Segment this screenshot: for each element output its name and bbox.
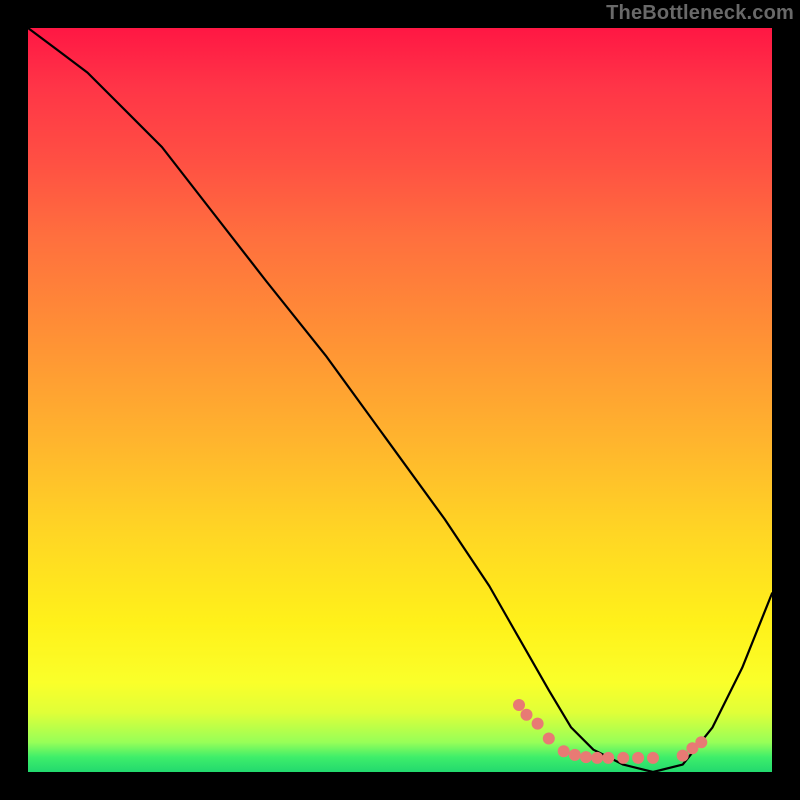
chart-frame: TheBottleneck.com <box>0 0 800 800</box>
valley-dot <box>602 752 614 764</box>
valley-dot <box>569 749 581 761</box>
valley-dot <box>558 745 570 757</box>
plot-area <box>28 28 772 772</box>
valley-dot <box>647 752 659 764</box>
watermark-text: TheBottleneck.com <box>606 2 794 25</box>
valley-dot <box>632 752 644 764</box>
valley-dot <box>677 750 689 762</box>
valley-dot <box>543 733 555 745</box>
valley-dot <box>580 751 592 763</box>
valley-dot <box>617 752 629 764</box>
bottleneck-curve <box>28 28 772 772</box>
valley-dot <box>513 699 525 711</box>
valley-highlight-dots <box>513 699 707 764</box>
chart-svg <box>28 28 772 772</box>
valley-dot <box>521 709 533 721</box>
valley-dot <box>532 718 544 730</box>
valley-dot <box>591 752 603 764</box>
valley-dot <box>695 736 707 748</box>
